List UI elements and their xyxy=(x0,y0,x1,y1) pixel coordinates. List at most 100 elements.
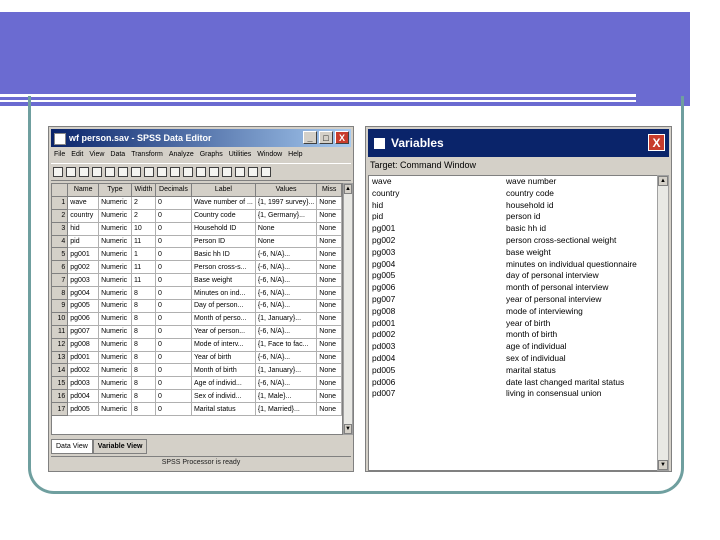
table-cell[interactable]: None xyxy=(316,376,342,391)
column-header[interactable]: Miss xyxy=(316,184,342,197)
table-cell[interactable]: Minutes on ind... xyxy=(191,286,256,301)
table-cell[interactable]: 0 xyxy=(155,312,192,326)
list-item[interactable]: pd006 date last changed marital status xyxy=(369,377,657,389)
list-item[interactable]: pg002 person cross-sectional weight xyxy=(369,235,657,247)
find-icon[interactable] xyxy=(170,167,180,177)
table-cell[interactable]: Numeric xyxy=(98,351,132,365)
table-cell[interactable]: pg007 xyxy=(67,325,100,339)
table-cell[interactable]: {-6, N/A}... xyxy=(255,376,318,391)
variable-view-grid[interactable]: Name Type Width Decimals Label Values Miss 1 wa… xyxy=(51,183,343,435)
list-item[interactable]: pd002 month of birth xyxy=(369,329,657,341)
list-item[interactable]: pid person id xyxy=(369,211,657,223)
table-cell[interactable]: None xyxy=(316,299,342,313)
table-cell[interactable]: Numeric xyxy=(98,338,132,352)
table-cell[interactable]: 8 xyxy=(131,286,156,301)
row-number[interactable]: 9 xyxy=(52,299,69,313)
goto-case-icon[interactable] xyxy=(144,167,154,177)
row-number[interactable]: 7 xyxy=(52,273,69,288)
close-button[interactable]: X xyxy=(335,131,349,144)
table-cell[interactable]: pd004 xyxy=(67,389,100,404)
table-cell[interactable]: {1, January}... xyxy=(255,312,318,326)
table-row[interactable]: 5 pg001 Numeric 1 0 Basic hh ID {-6, N/A}... No… xyxy=(52,247,342,262)
table-cell[interactable]: pid xyxy=(67,235,100,249)
value-labels-icon[interactable] xyxy=(248,167,258,177)
row-number[interactable]: 4 xyxy=(52,235,69,249)
table-cell[interactable]: None xyxy=(316,325,342,339)
table-cell[interactable]: {-6, N/A}... xyxy=(255,299,318,313)
table-cell[interactable]: 0 xyxy=(155,222,192,236)
menu-item-window[interactable]: Window xyxy=(257,151,282,158)
table-cell[interactable]: {-6, N/A}... xyxy=(255,286,318,301)
insert-case-icon[interactable] xyxy=(183,167,193,177)
table-cell[interactable]: Person cross-s... xyxy=(191,260,256,275)
goto-chart-icon[interactable] xyxy=(131,167,141,177)
table-cell[interactable]: 0 xyxy=(155,389,192,404)
table-cell[interactable]: {-6, N/A}... xyxy=(255,247,318,262)
insert-variable-icon[interactable] xyxy=(196,167,206,177)
table-cell[interactable]: 0 xyxy=(155,351,192,365)
table-cell[interactable]: pd002 xyxy=(67,363,100,378)
table-cell[interactable]: pd003 xyxy=(67,376,100,391)
menu-item-transform[interactable]: Transform xyxy=(131,151,163,158)
table-cell[interactable]: 0 xyxy=(155,325,192,339)
column-header[interactable]: Values xyxy=(255,184,318,197)
print-icon[interactable] xyxy=(79,167,89,177)
table-cell[interactable]: Numeric xyxy=(98,260,132,275)
table-cell[interactable]: 0 xyxy=(155,376,192,391)
table-cell[interactable]: Marital status xyxy=(191,402,256,417)
menu-item-graphs[interactable]: Graphs xyxy=(200,151,223,158)
list-item[interactable]: pd001 year of birth xyxy=(369,318,657,330)
table-row[interactable]: 8 pg004 Numeric 8 0 Minutes on ind... {-6, N/A… xyxy=(52,286,342,301)
table-cell[interactable]: {1, Germany}... xyxy=(255,209,318,223)
table-cell[interactable]: None xyxy=(316,402,342,417)
table-cell[interactable]: 0 xyxy=(155,247,192,262)
table-cell[interactable]: 0 xyxy=(155,363,192,378)
table-cell[interactable]: country xyxy=(67,209,100,223)
row-number[interactable]: 11 xyxy=(52,325,69,339)
table-cell[interactable]: 0 xyxy=(155,260,192,275)
table-cell[interactable]: Numeric xyxy=(98,209,132,223)
table-row[interactable]: 16 pd004 Numeric 8 0 Sex of individ... {1, Mal… xyxy=(52,389,342,404)
table-row[interactable]: 3 hid Numeric 10 0 Household ID None None xyxy=(52,222,342,236)
tab-variable-view[interactable]: Variable View xyxy=(92,439,148,454)
table-row[interactable]: 1 wave Numeric 2 0 Wave number of ... {1, 1997… xyxy=(52,196,342,210)
table-cell[interactable]: pd005 xyxy=(67,402,100,417)
table-row[interactable]: 15 pd003 Numeric 8 0 Age of individ... {-6, N/… xyxy=(52,376,342,391)
table-row[interactable]: 13 pd001 Numeric 8 0 Year of birth {-6, N/A}..… xyxy=(52,351,342,365)
list-item[interactable]: pd004 sex of individual xyxy=(369,353,657,365)
table-row[interactable]: 10 pg006 Numeric 8 0 Month of perso... {1, Jan… xyxy=(52,312,342,326)
column-header[interactable]: Width xyxy=(131,184,156,197)
table-cell[interactable]: 8 xyxy=(131,376,156,391)
table-cell[interactable]: 11 xyxy=(131,260,156,275)
table-cell[interactable]: {1, Married}... xyxy=(255,402,318,417)
table-cell[interactable]: wave xyxy=(67,196,100,210)
list-item[interactable]: pd007 living in consensual union xyxy=(369,388,657,400)
menu-item-utilities[interactable]: Utilities xyxy=(229,151,252,158)
list-item[interactable]: pg007 year of personal interview xyxy=(369,294,657,306)
list-item[interactable]: pg006 month of personal interview xyxy=(369,282,657,294)
use-sets-icon[interactable] xyxy=(261,167,271,177)
row-number[interactable]: 8 xyxy=(52,286,69,301)
scroll-down-icon[interactable]: ▼ xyxy=(658,460,668,470)
table-cell[interactable]: 0 xyxy=(155,286,192,301)
row-number[interactable]: 6 xyxy=(52,260,69,275)
table-cell[interactable]: 2 xyxy=(131,196,156,210)
table-row[interactable]: 17 pd005 Numeric 8 0 Marital status {1, Marrie… xyxy=(52,402,342,417)
column-header[interactable] xyxy=(52,184,69,197)
table-cell[interactable]: Basic hh ID xyxy=(191,247,256,262)
undo-icon[interactable] xyxy=(105,167,115,177)
table-cell[interactable]: Year of person... xyxy=(191,325,256,339)
row-number[interactable]: 3 xyxy=(52,222,69,236)
table-cell[interactable]: pg008 xyxy=(67,338,100,352)
table-cell[interactable]: {-6, N/A}... xyxy=(255,273,318,288)
table-cell[interactable]: {-6, N/A}... xyxy=(255,325,318,339)
table-cell[interactable]: {1, Face to fac... xyxy=(255,338,318,352)
table-cell[interactable]: {-6, N/A}... xyxy=(255,260,318,275)
table-cell[interactable]: Numeric xyxy=(98,325,132,339)
table-cell[interactable]: 8 xyxy=(131,389,156,404)
table-cell[interactable]: None xyxy=(316,351,342,365)
column-header[interactable]: Label xyxy=(191,184,256,197)
scroll-down-icon[interactable]: ▼ xyxy=(344,424,352,434)
row-number[interactable]: 13 xyxy=(52,351,69,365)
table-cell[interactable]: 8 xyxy=(131,325,156,339)
